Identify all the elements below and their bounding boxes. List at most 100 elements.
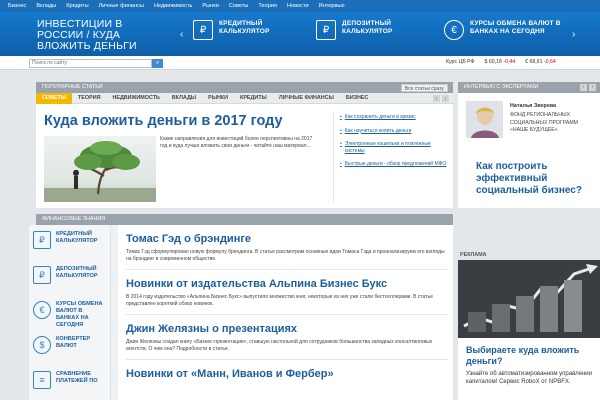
calculator-icon: ₽ — [193, 20, 213, 40]
bullet-icon: • — [340, 114, 342, 120]
featured-links: • Как сохранить деньги в кризис • Как науч… — [340, 114, 448, 175]
chevron-left-icon[interactable]: ‹ — [580, 84, 587, 91]
ad-box: Выбираете куда вложить деньги? Узнайте о… — [458, 338, 600, 400]
article-excerpt: В 2014 году издательство «Альпина Бизнес… — [126, 294, 433, 307]
chevron-left-icon[interactable]: ‹ — [433, 95, 440, 102]
ad-text: Узнайте об автоматизированном управлении… — [466, 371, 593, 385]
eur-rate: € 68,91 -0,64 — [525, 59, 556, 65]
rates-label: Курс ЦБ РФ — [446, 59, 475, 65]
all-articles-button[interactable]: Все статьи сразу — [400, 83, 448, 92]
currency-exchange-icon: € — [444, 20, 464, 40]
growth-chart-illustration — [458, 260, 600, 338]
chevron-right-icon[interactable]: › — [442, 95, 449, 102]
ad-title[interactable]: Выбираете куда вложить деньги? — [466, 345, 596, 367]
nav-item-credits[interactable]: Кредиты — [66, 3, 88, 9]
sidebar-item-currency-converter[interactable]: $ КОНВЕРТЕР ВАЛЮТ — [29, 330, 110, 365]
sidebar-item-currency-rates[interactable]: € КУРСЫ ОБМЕНА ВАЛЮТ В БАНКАХ НА СЕГОДНЯ — [29, 295, 110, 330]
tab-business[interactable]: БИЗНЕС — [340, 93, 375, 104]
featured-link[interactable]: • Как научиться копить деньги — [340, 128, 448, 135]
tab-theory[interactable]: ТЕОРИЯ — [72, 93, 106, 104]
tab-markets[interactable]: РЫНКИ — [202, 93, 234, 104]
hero-next-arrow-icon[interactable]: › — [572, 29, 575, 40]
hero-item-label: КРЕДИТНЫЙ КАЛЬКУЛЯТОР — [219, 20, 270, 35]
featured-title[interactable]: Куда вложить деньги в 2017 году — [44, 113, 283, 129]
featured-link[interactable]: • Быстрые деньги - обзор предложений МФО — [340, 161, 448, 168]
expert-organization: ФОНД РЕГИОНАЛЬНЫХ СОЦИАЛЬНЫХ ПРОГРАММ «Н… — [510, 112, 578, 133]
eur-value: 68,91 — [529, 59, 543, 65]
article-title[interactable]: Томас Гэд о брэндинге — [126, 233, 448, 246]
bullet-icon: • — [340, 127, 342, 134]
sidebar-item-credit-calculator[interactable]: ₽ КРЕДИТНЫЙ КАЛЬКУЛЯТОР — [29, 225, 110, 260]
usd-rate: $ 60,18 -0,44 — [485, 59, 516, 65]
nav-item-interview[interactable]: Интервью — [319, 3, 345, 9]
search-input[interactable] — [29, 58, 152, 68]
finance-header: ФИНАНСОВЫЕ ЗНАНИЯ — [36, 214, 453, 225]
ad-image[interactable] — [458, 260, 600, 338]
tab-deposits[interactable]: ВКЛАДЫ — [166, 93, 202, 104]
expert-card: Наталья Зверева ФОНД РЕГИОНАЛЬНЫХ СОЦИАЛ… — [458, 93, 600, 208]
sidebar-item-payment-comparison[interactable]: ≡ СРАВНЕНИЕ ПЛАТЕЖЕЙ ПО — [29, 365, 110, 400]
calculator-icon: ₽ — [33, 231, 51, 249]
sidebar-item-deposit-calculator[interactable]: ₽ ДЕПОЗИТНЫЙ КАЛЬКУЛЯТОР — [29, 260, 110, 295]
nav-item-news[interactable]: Новости — [287, 3, 309, 9]
tab-real-estate[interactable]: НЕДВИЖИМОСТЬ — [106, 93, 165, 104]
hero-item-label: КУРСЫ ОБМЕНА ВАЛЮТ В БАНКАХ НА СЕГОДНЯ — [470, 20, 561, 35]
search-button[interactable]: ⌕ — [152, 58, 163, 68]
top-nav: Бизнес Вклады Кредиты Личные финансы Нед… — [0, 0, 600, 12]
nav-item-personal-finance[interactable]: Личные финансы — [99, 3, 144, 9]
sidebar-item-label: СРАВНЕНИЕ ПЛАТЕЖЕЙ ПО — [56, 371, 98, 384]
featured-link-label: Электронные кошельки и платежные системы — [344, 141, 431, 154]
tab-personal-finance[interactable]: ЛИЧНЫЕ ФИНАНСЫ — [273, 93, 340, 104]
featured-article: Куда вложить деньги в 2017 году Какие на… — [36, 104, 453, 208]
currency-rates: Курс ЦБ РФ $ 60,18 -0,44 € 68,91 -0,64 — [446, 59, 556, 65]
featured-excerpt: Какие направления для инвестиций более п… — [160, 136, 313, 149]
featured-image[interactable] — [44, 136, 156, 202]
expert-interview-link[interactable]: Как построить эффективный социальный биз… — [476, 161, 596, 197]
article-list: Томас Гэд о брэндинге Томас Гэд сформули… — [126, 225, 448, 387]
hero-credit-calculator[interactable]: ₽ КРЕДИТНЫЙ КАЛЬКУЛЯТОР — [193, 20, 289, 40]
article-title[interactable]: Джин Желязны о презентациях — [126, 323, 448, 336]
nav-item-real-estate[interactable]: Недвижимость — [154, 3, 192, 9]
nav-item-markets[interactable]: Рынки — [202, 3, 218, 9]
nav-item-tips[interactable]: Советы — [229, 3, 249, 9]
chevron-right-icon[interactable]: › — [589, 84, 596, 91]
payment-comparison-icon: ≡ — [33, 371, 51, 389]
tab-arrows: ‹ › — [433, 95, 449, 102]
article-title[interactable]: Новинки от издательства Альпина Бизнес Б… — [126, 278, 448, 291]
featured-link-label: Быстрые деньги - обзор предложений МФО — [344, 161, 447, 167]
expert-name: Наталья Зверева — [510, 103, 557, 109]
hero-prev-arrow-icon[interactable]: ‹ — [180, 29, 183, 40]
search-bar: ⌕ Курс ЦБ РФ $ 60,18 -0,44 € 68,91 -0,64 — [0, 56, 600, 70]
nav-item-theory[interactable]: Теория — [258, 3, 277, 9]
ad-header: РЕКЛАМА — [460, 252, 487, 258]
featured-link-label: Как сохранить деньги в кризис — [344, 114, 416, 120]
hero-banner: ИНВЕСТИЦИИ В РОССИИ / КУДА ВЛОЖИТЬ ДЕНЬГ… — [0, 12, 600, 56]
bullet-icon: • — [340, 141, 342, 147]
hero-item-label: ДЕПОЗИТНЫЙ КАЛЬКУЛЯТОР — [342, 20, 393, 35]
usd-value: 60,18 — [488, 59, 502, 65]
hero-deposit-calculator[interactable]: ₽ ДЕПОЗИТНЫЙ КАЛЬКУЛЯТОР — [316, 20, 412, 40]
tab-tips[interactable]: СОВЕТЫ — [36, 92, 73, 104]
eur-symbol: € — [525, 59, 529, 65]
usd-change: -0,44 — [503, 59, 516, 65]
hero-currency-rates[interactable]: € КУРСЫ ОБМЕНА ВАЛЮТ В БАНКАХ НА СЕГОДНЯ — [444, 20, 570, 40]
article-title[interactable]: Новинки от «Манн, Иванов и Фербер» — [126, 368, 448, 381]
nav-item-business[interactable]: Бизнес — [8, 3, 26, 9]
tab-credits[interactable]: КРЕДИТЫ — [234, 93, 273, 104]
featured-link[interactable]: • Как сохранить деньги в кризис — [340, 114, 448, 121]
money-tree-illustration — [44, 141, 156, 202]
expert-avatar[interactable] — [466, 101, 503, 138]
featured-link[interactable]: • Электронные кошельки и платежные систем… — [340, 141, 448, 154]
sidebar-item-label: КОНВЕРТЕР ВАЛЮТ — [56, 336, 91, 349]
featured-link-label: Как научиться копить деньги — [344, 127, 412, 134]
currency-exchange-icon: € — [33, 301, 51, 319]
site-logo-title[interactable]: ИНВЕСТИЦИИ В РОССИИ / КУДА ВЛОЖИТЬ ДЕНЬГ… — [37, 19, 157, 55]
sidebar-item-label: ДЕПОЗИТНЫЙ КАЛЬКУЛЯТОР — [56, 266, 98, 279]
nav-item-deposits[interactable]: Вклады — [36, 3, 56, 9]
popular-header: ПОПУЛЯРНЫЕ СТАТЬИ Все статьи сразу — [36, 82, 453, 93]
experts-arrows: ‹ › — [580, 84, 596, 91]
eur-change: -0,64 — [543, 59, 556, 65]
currency-converter-icon: $ — [33, 336, 51, 354]
bullet-icon: • — [340, 161, 342, 167]
deposit-calculator-icon: ₽ — [33, 266, 51, 284]
